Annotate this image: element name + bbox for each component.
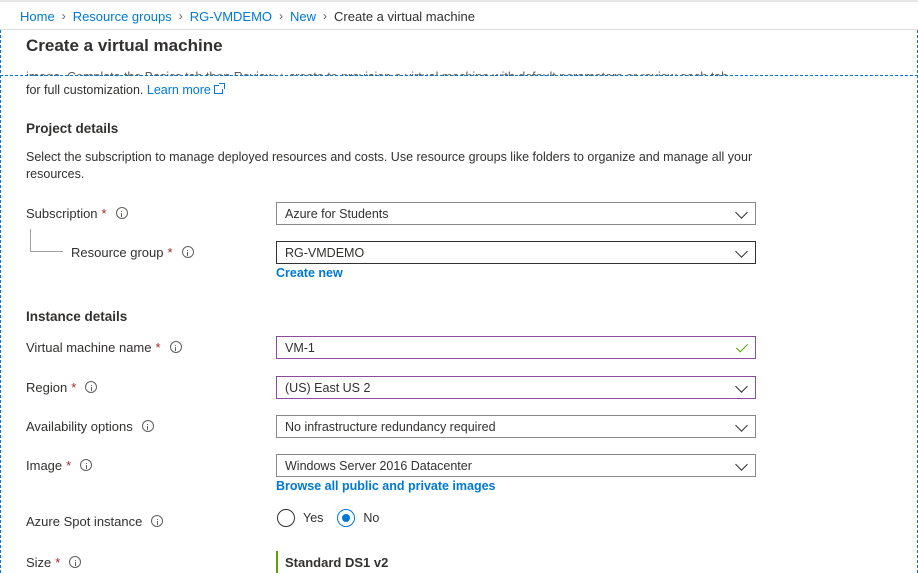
chevron-down-icon bbox=[735, 206, 748, 219]
spot-no-label[interactable]: No bbox=[363, 511, 379, 525]
region-dropdown[interactable]: (US) East US 2 bbox=[276, 376, 756, 399]
chevron-down-icon bbox=[735, 380, 748, 393]
vm-name-value: VM-1 bbox=[285, 340, 315, 355]
size-label-text: Size bbox=[26, 554, 52, 570]
learn-more-link[interactable]: Learn more bbox=[146, 83, 225, 97]
availability-options-label: Availability options bbox=[26, 417, 154, 435]
intro-text-line: for full customization. bbox=[26, 83, 144, 97]
browse-images-link[interactable]: Browse all public and private images bbox=[276, 479, 496, 493]
breadcrumb-new[interactable]: New bbox=[290, 9, 316, 24]
required-asterisk: * bbox=[66, 457, 72, 473]
blade-border-left bbox=[0, 30, 1, 573]
project-details-heading: Project details bbox=[26, 121, 119, 136]
breadcrumb-rg-vmdemo[interactable]: RG-VMDEMO bbox=[190, 9, 272, 24]
info-icon[interactable] bbox=[115, 207, 128, 219]
azure-spot-radio-group: Yes No bbox=[277, 509, 393, 527]
azure-spot-label-text: Azure Spot instance bbox=[26, 513, 143, 529]
tree-connector-horizontal bbox=[30, 251, 63, 252]
region-label: Region * bbox=[26, 378, 98, 396]
info-icon[interactable] bbox=[151, 515, 164, 527]
image-label: Image * bbox=[26, 456, 93, 474]
vm-name-label: Virtual machine name * bbox=[26, 338, 182, 356]
info-icon[interactable] bbox=[181, 246, 194, 258]
required-asterisk: * bbox=[167, 244, 173, 260]
resource-group-value: RG-VMDEMO bbox=[285, 245, 365, 260]
availability-options-value: No infrastructure redundancy required bbox=[285, 419, 496, 434]
header-divider bbox=[0, 29, 918, 30]
create-new-link[interactable]: Create new bbox=[276, 266, 343, 280]
page-title: Create a virtual machine bbox=[26, 36, 223, 55]
image-value: Windows Server 2016 Datacenter bbox=[285, 458, 472, 473]
image-label-text: Image bbox=[26, 457, 63, 473]
chevron-down-icon bbox=[735, 245, 748, 258]
intro-text: for full customization. Learn more bbox=[26, 82, 756, 99]
subscription-value: Azure for Students bbox=[285, 206, 389, 221]
chevron-right-icon: › bbox=[323, 9, 328, 23]
required-asterisk: * bbox=[71, 379, 77, 395]
info-icon[interactable] bbox=[85, 381, 98, 393]
breadcrumb-current: Create a virtual machine bbox=[334, 8, 475, 24]
size-valid-indicator bbox=[276, 551, 278, 573]
breadcrumb-resource-groups[interactable]: Resource groups bbox=[73, 9, 172, 24]
info-icon[interactable] bbox=[141, 420, 154, 432]
checkmark-icon bbox=[735, 340, 749, 353]
subscription-label-text: Subscription bbox=[26, 205, 98, 221]
availability-options-dropdown[interactable]: No infrastructure redundancy required bbox=[276, 415, 756, 438]
subscription-label: Subscription * bbox=[26, 204, 128, 222]
instance-details-heading: Instance details bbox=[26, 309, 128, 324]
spot-yes-label[interactable]: Yes bbox=[303, 511, 323, 525]
availability-options-label-text: Availability options bbox=[26, 418, 133, 434]
learn-more-label: Learn more bbox=[146, 83, 211, 97]
scroll-divider bbox=[0, 75, 918, 76]
size-value: Standard DS1 v2 bbox=[285, 555, 389, 570]
chevron-right-icon: › bbox=[178, 9, 183, 23]
required-asterisk: * bbox=[155, 339, 161, 355]
breadcrumb-home[interactable]: Home bbox=[20, 9, 55, 24]
azure-spot-label: Azure Spot instance bbox=[26, 512, 164, 530]
info-icon[interactable] bbox=[169, 341, 182, 353]
tree-connector-vertical bbox=[30, 229, 31, 251]
region-value: (US) East US 2 bbox=[285, 380, 371, 395]
required-asterisk: * bbox=[55, 554, 61, 570]
resource-group-label-text: Resource group bbox=[71, 244, 164, 260]
subscription-dropdown[interactable]: Azure for Students bbox=[276, 202, 756, 225]
resource-group-label: Resource group * bbox=[71, 243, 194, 261]
spot-yes-radio[interactable] bbox=[277, 509, 295, 527]
chevron-down-icon bbox=[735, 419, 748, 432]
size-label: Size * bbox=[26, 553, 82, 571]
chevron-down-icon bbox=[735, 458, 748, 471]
external-link-icon bbox=[213, 83, 225, 94]
resource-group-dropdown[interactable]: RG-VMDEMO bbox=[276, 241, 756, 264]
chevron-right-icon: › bbox=[279, 9, 284, 23]
vm-name-input[interactable]: VM-1 bbox=[276, 336, 756, 359]
vm-name-label-text: Virtual machine name bbox=[26, 339, 152, 355]
info-icon[interactable] bbox=[69, 556, 82, 568]
project-details-description: Select the subscription to manage deploy… bbox=[26, 150, 753, 181]
image-dropdown[interactable]: Windows Server 2016 Datacenter bbox=[276, 454, 756, 477]
chevron-right-icon: › bbox=[61, 9, 66, 23]
info-icon[interactable] bbox=[80, 459, 93, 471]
region-label-text: Region bbox=[26, 379, 68, 395]
top-bar bbox=[0, 0, 918, 2]
breadcrumb: Home › Resource groups › RG-VMDEMO › New… bbox=[20, 8, 475, 24]
required-asterisk: * bbox=[101, 205, 107, 221]
spot-no-radio[interactable] bbox=[337, 509, 356, 527]
